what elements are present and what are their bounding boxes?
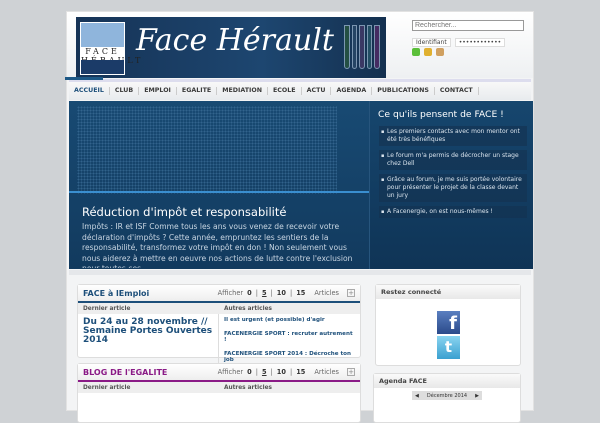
logo-text: FACE HÉRAULT [81,47,140,65]
featured-slider[interactable]: Réduction d'impôt et responsabilité Impô… [69,101,369,269]
prev-month-icon[interactable]: ◀ [415,393,419,399]
header: FACE HÉRAULT Face Hérault Identifiant ••… [67,12,533,78]
nav-mediation[interactable]: MEDIATION [217,87,268,95]
article-link[interactable]: FACENERGIE SPORT 2014 : Décroche ton job [224,351,355,363]
search-input[interactable] [412,20,524,31]
count-option[interactable]: 5 [262,289,267,297]
col-header: Dernier article [83,384,131,391]
facebook-icon[interactable]: f [437,311,460,334]
testimonial-item[interactable]: A Facenergie, on est nous-mêmes ! [379,206,527,218]
testimonial-item[interactable]: Le forum m'a permis de décrocher un stag… [379,150,527,170]
slide-text: Impôts : IR et ISF Comme tous les ans vo… [82,222,353,268]
nav-egalite[interactable]: EGALITE [177,87,218,95]
emploi-widget: FACE à lEmploi Afficher 0 | 5 | 10 | 15 Articles… [77,284,361,374]
nav-agenda[interactable]: AGENDA [331,87,373,95]
agenda-title: Agenda FACE [374,374,520,388]
banner-title: Face Hérault [136,23,334,58]
login-form: Identifiant •••••••••••• [412,38,506,47]
slide-title[interactable]: Réduction d'impôt et responsabilité [82,205,286,219]
count-option[interactable]: 15 [296,289,305,297]
nav-actu[interactable]: ACTU [302,87,332,95]
password-field[interactable]: •••••••••••• [454,38,506,47]
count-option[interactable]: 10 [277,289,286,297]
articles-label: Articles [314,289,339,297]
widget-title[interactable]: BLOG DE l'EGALITE [83,368,213,377]
key-icon[interactable] [424,48,432,56]
nav-contact[interactable]: CONTACT [435,87,479,95]
nav-club[interactable]: CLUB [110,87,140,95]
col-header: Autres articles [224,305,272,312]
nav-ecole[interactable]: ECOLE [268,87,302,95]
expand-icon[interactable]: + [347,289,355,297]
nav-accueil[interactable]: ACCUEIL [65,77,110,95]
egalite-widget: BLOG DE l'EGALITE Afficher 0 | 5 | 10 | 15 Artic… [77,363,361,423]
calendar-month: Décembre 2014 [426,392,468,399]
col-header: Dernier article [83,305,131,312]
count-option[interactable]: 0 [247,368,252,376]
lock-icon[interactable] [412,48,420,56]
count-option[interactable]: 5 [262,368,267,376]
username-field[interactable]: Identifiant [412,38,451,47]
articles-label: Articles [314,368,339,376]
nav-publications[interactable]: PUBLICATIONS [372,87,435,95]
show-label: Afficher [217,289,244,297]
article-link[interactable]: Il est urgent (et possible) d'agir [224,317,355,323]
social-title: Restez connecté [376,285,520,299]
agenda-widget: Agenda FACE ◀ Décembre 2014 ▶ [373,373,521,423]
col-header: Autres articles [224,384,272,391]
testimonial-item[interactable]: Les premiers contacts avec mon mentor on… [379,126,527,146]
face-logo: FACE HÉRAULT [80,22,140,75]
next-month-icon[interactable]: ▶ [475,393,479,399]
expand-icon[interactable]: + [347,368,355,376]
widget-title[interactable]: FACE à lEmploi [83,289,213,298]
social-widget: Restez connecté f t [375,284,521,366]
test-tubes-icon [344,25,380,69]
count-option[interactable]: 15 [296,368,305,376]
nav-emploi[interactable]: EMPLOI [139,87,177,95]
show-label: Afficher [217,368,244,376]
article-link[interactable]: FACENERGIE SPORT : recruter autrement ! [224,331,355,343]
twitter-icon[interactable]: t [437,336,460,359]
count-option[interactable]: 10 [277,368,286,376]
site-banner[interactable]: FACE HÉRAULT Face Hérault [76,17,386,78]
page-container: FACE HÉRAULT Face Hérault Identifiant ••… [65,11,534,423]
testimonials-title: Ce qu'ils pensent de FACE ! [378,109,504,120]
count-option[interactable]: 0 [247,289,252,297]
main-nav: ACCUEIL CLUB EMPLOI EGALITE MEDIATION EC… [65,77,531,100]
user-key-icon[interactable] [436,48,444,56]
testimonials-panel: Ce qu'ils pensent de FACE ! Les premiers… [369,101,533,269]
testimonial-item[interactable]: Grâce au forum, je me suis portée volont… [379,174,527,202]
